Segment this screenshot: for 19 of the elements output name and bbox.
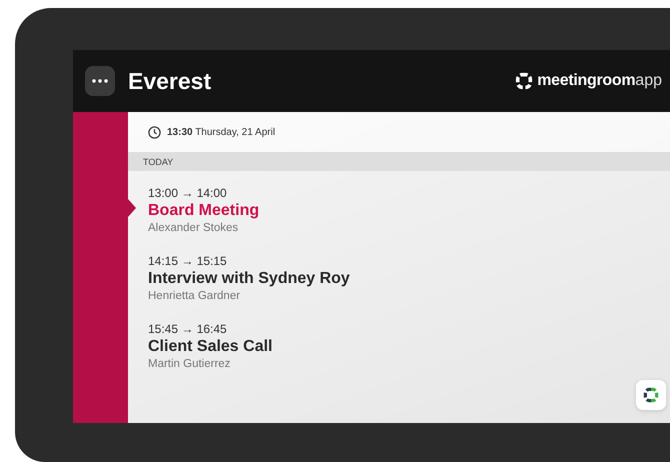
meeting-organizer: Alexander Stokes [148, 221, 240, 236]
room-name: Everest [128, 68, 212, 94]
meeting-time: 14:15 → 15:15 [148, 253, 228, 269]
meeting-title: Interview with Sydney Roy [148, 269, 351, 288]
meeting-organizer: Henrietta Gardner [148, 289, 242, 304]
brand-name: meetingroomapp [537, 72, 662, 90]
meeting-title: Client Sales Call [148, 337, 274, 356]
meeting-time: 15:45 → 16:45 [148, 321, 228, 337]
meeting-time: 13:00 → 14:00 [148, 185, 228, 201]
logo-icon [515, 72, 534, 90]
current-time-date: 13:30 Thursday, 21 April [167, 126, 276, 138]
meeting-title: Board Meeting [148, 201, 260, 220]
app-logo-button[interactable] [636, 380, 666, 410]
menu-button[interactable] [85, 66, 115, 96]
meeting-organizer: Martin Gutierrez [148, 357, 232, 372]
more-icon [92, 79, 108, 83]
logo-icon [643, 387, 659, 403]
clock-icon [148, 126, 161, 138]
day-label: TODAY [143, 156, 174, 166]
